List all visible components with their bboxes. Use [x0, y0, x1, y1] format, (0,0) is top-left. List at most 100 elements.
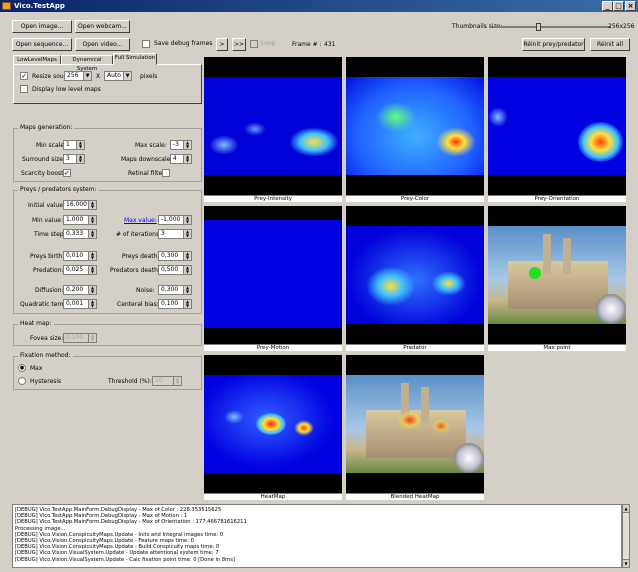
spinner-arrows-icon[interactable]: ▲ ▼ [183, 216, 191, 224]
spinner-arrows-icon[interactable]: ▲ ▼ [76, 155, 84, 163]
iterations-value: 3 [161, 230, 165, 237]
tile-prey-motion[interactable]: Prey-Motion [204, 206, 342, 351]
debug-log[interactable]: [DEBUG] Vico.TestApp.MainForm.DebugDispl… [12, 504, 622, 568]
heat-blob [488, 107, 508, 127]
resize-source-checkbox[interactable]: ✓ [20, 72, 28, 80]
reset-all-button[interactable]: Réinit all [590, 38, 630, 51]
spinner-arrows-icon[interactable]: ▲ ▼ [183, 300, 191, 308]
dropdown-arrow-icon: ▼ [83, 72, 91, 80]
spinner-arrows-icon[interactable]: ▲ ▼ [88, 230, 96, 238]
initial-value-spinner[interactable]: 16,000 ▲ ▼ [63, 200, 97, 210]
fast-forward-button[interactable]: >> [232, 38, 246, 51]
max-scale-spinner[interactable]: -3 ▲ ▼ [170, 140, 192, 150]
display-low-level-checkbox[interactable] [20, 85, 28, 93]
minimize-button[interactable]: _ [602, 1, 613, 11]
open-webcam-button[interactable]: Open webcam... [75, 20, 130, 33]
spinner-arrows-icon[interactable]: ▲ ▼ [88, 286, 96, 294]
preys-birth-spinner[interactable]: 0,010 ▲ ▼ [63, 251, 97, 261]
play-button[interactable]: > [216, 38, 228, 51]
noise-value: 0,300 [161, 286, 179, 293]
preys-death-spinner[interactable]: 0,300 ▲ ▼ [158, 251, 192, 261]
spinner-arrows-icon[interactable]: ▲ ▼ [183, 252, 191, 260]
predation-spinner[interactable]: 0,025 ▲ ▼ [63, 265, 97, 275]
threshold-value: 10 [155, 377, 163, 384]
resize-width-dropdown[interactable]: 256 ▼ [64, 71, 92, 81]
spinner-arrows-icon[interactable]: ▲ ▼ [183, 266, 191, 274]
resize-height-dropdown[interactable]: Auto ▼ [104, 71, 132, 81]
surround-size-spinner[interactable]: 3 ▲ ▼ [63, 154, 85, 164]
spinner-arrows-icon[interactable]: ▲ ▼ [173, 377, 181, 385]
min-scale-spinner[interactable]: 1 ▲ ▼ [63, 140, 85, 150]
reset-prey-predator-button[interactable]: Réinit prey/predator [522, 38, 585, 51]
spinner-arrows-icon[interactable]: ▲ ▼ [183, 155, 191, 163]
prey-color-image [346, 57, 484, 195]
spinner-arrows-icon[interactable]: ▲ ▼ [183, 141, 191, 149]
spinner-arrows-icon[interactable]: ▲ ▼ [183, 230, 191, 238]
time-step-spinner[interactable]: 0,333 ▲ ▼ [63, 229, 97, 239]
retinal-filter-checkbox[interactable] [162, 169, 170, 177]
max-value-spinner[interactable]: -1,000 ▲ ▼ [158, 215, 192, 225]
open-sequence-button[interactable]: Open sequence... [12, 38, 72, 51]
hysteresis-radio[interactable] [18, 377, 26, 385]
tile-caption: Prey-Orientation [488, 195, 626, 202]
scarcity-boost-checkbox[interactable]: ✓ [63, 169, 71, 177]
quadratic-term-spinner[interactable]: 0,001 ▲ ▼ [63, 299, 97, 309]
tile-predator[interactable]: Predator [346, 206, 484, 351]
tile-prey-orientation[interactable]: Prey-Orientation [488, 57, 626, 202]
min-value-label: Min value: [32, 217, 63, 224]
save-debug-frames-checkbox[interactable] [142, 40, 150, 48]
iterations-label: # of iterations: [116, 231, 162, 238]
spinner-arrows-icon[interactable]: ▲ ▼ [88, 201, 96, 209]
fovea-size-label: Fovea size: [30, 335, 64, 342]
spinner-arrows-icon[interactable]: ▲ ▼ [88, 266, 96, 274]
tile-blended-heatmap[interactable]: Blended HeatMap [346, 355, 484, 500]
fovea-size-value: 0,100 [66, 334, 84, 341]
min-value-spinner[interactable]: 1,000 ▲ ▼ [63, 215, 97, 225]
maps-downscale-spinner[interactable]: 4 ▲ ▼ [170, 154, 192, 164]
max-radio-label: Max [30, 365, 43, 372]
maximize-button[interactable]: □ [613, 1, 624, 11]
spinner-arrows-icon[interactable]: ▲ ▼ [88, 216, 96, 224]
photo-flowers [454, 443, 484, 473]
open-video-button[interactable]: Open video... [75, 38, 130, 51]
spinner-arrows-icon[interactable]: ▲ ▼ [88, 334, 96, 342]
close-button[interactable]: × [625, 1, 636, 11]
heatmap-region [488, 77, 626, 175]
photo-tower [543, 234, 551, 274]
heat-blob [224, 410, 244, 424]
spinner-arrows-icon[interactable]: ▲ ▼ [183, 286, 191, 294]
predators-death-spinner[interactable]: 0,500 ▲ ▼ [158, 265, 192, 275]
spinner-arrows-icon[interactable]: ▲ ▼ [88, 252, 96, 260]
diffusion-spinner[interactable]: 0,200 ▲ ▼ [63, 285, 97, 295]
resize-height-value: Auto [107, 72, 121, 79]
tab-full-simulation[interactable]: Full Simulation [113, 53, 157, 65]
tile-max-point[interactable]: Max point [488, 206, 626, 351]
noise-spinner[interactable]: 0,300 ▲ ▼ [158, 285, 192, 295]
spinner-arrows-icon[interactable]: ▲ ▼ [76, 141, 84, 149]
thumbnails-size-slider[interactable] [493, 23, 611, 31]
open-image-button[interactable]: Open image... [12, 20, 72, 33]
fovea-size-spinner[interactable]: 0,100 ▲ ▼ [63, 333, 97, 343]
initial-value-label: Initial value: [28, 202, 65, 209]
loop-checkbox[interactable] [250, 40, 258, 48]
iterations-spinner[interactable]: 3 ▲ ▼ [158, 229, 192, 239]
scroll-up-icon[interactable]: ▲ [623, 505, 629, 513]
max-value-link[interactable]: Max value: [124, 217, 157, 224]
frame-value: 431 [324, 41, 336, 48]
tile-prey-color[interactable]: Prey-Color [346, 57, 484, 202]
heat-overlay-blob [398, 411, 422, 429]
log-line: [DEBUG] Vico.Vision.VisualSystem.Update … [15, 556, 235, 563]
threshold-spinner[interactable]: 10 ▲ ▼ [152, 376, 182, 386]
spinner-arrows-icon[interactable]: ▲ ▼ [88, 300, 96, 308]
tile-prey-intensity[interactable]: Prey-Intensity [204, 57, 342, 202]
max-value: -1,000 [161, 216, 181, 223]
scroll-down-icon[interactable]: ▼ [623, 559, 629, 567]
heat-overlay-blob [432, 419, 450, 433]
tile-heatmap[interactable]: HeatMap [204, 355, 342, 500]
maps-downscale-value: 4 [173, 155, 177, 162]
window-title: Vico.TestApp [14, 2, 65, 10]
max-radio[interactable]: ● [18, 364, 26, 372]
central-bias-spinner[interactable]: 0,100 ▲ ▼ [158, 299, 192, 309]
slider-thumb[interactable] [536, 23, 541, 31]
log-scrollbar[interactable]: ▲ ▼ [622, 504, 630, 568]
